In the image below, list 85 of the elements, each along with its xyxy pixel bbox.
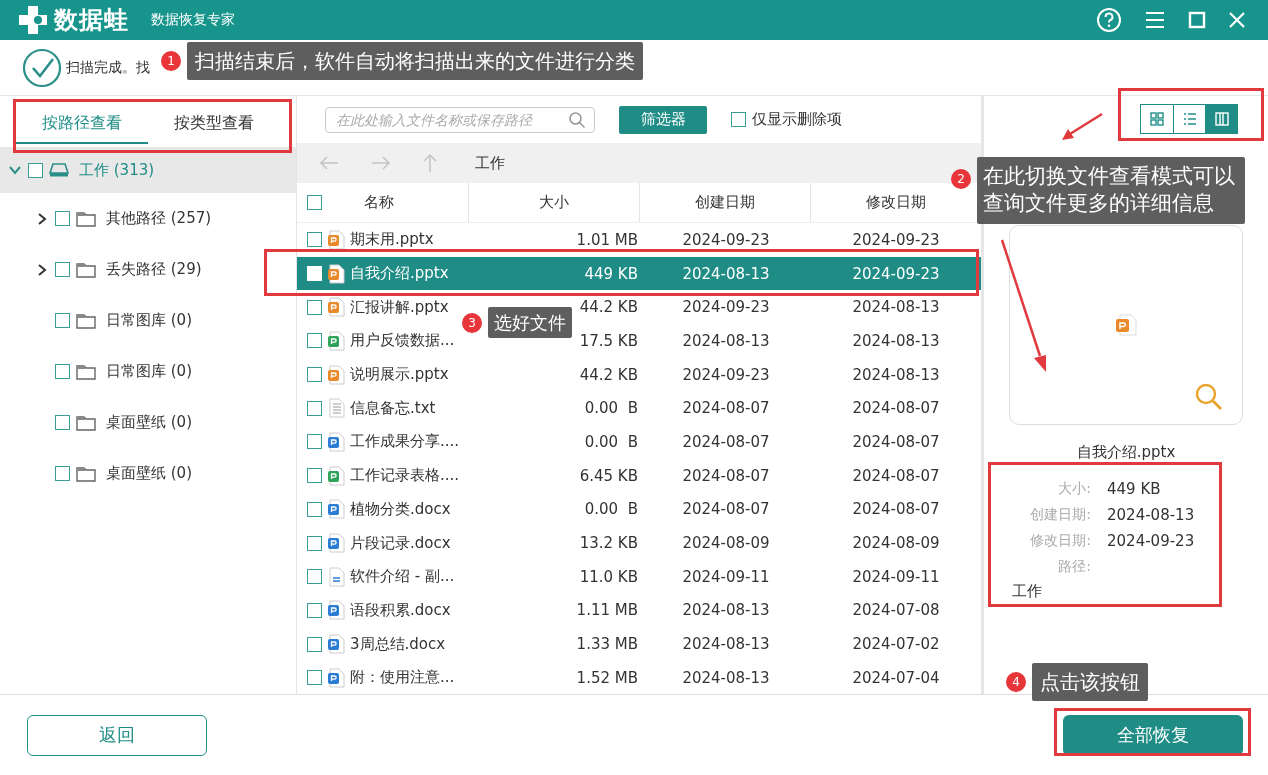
modified-date: 2024-07-04 — [851, 668, 941, 687]
deleted-only-label: 仅显示删除项 — [752, 110, 842, 129]
tree-label: 日常图库 (0) — [106, 362, 192, 381]
created-date: 2024-09-11 — [681, 567, 771, 586]
callout-tooltip: 扫描结束后，软件自动将扫描出来的文件进行分类 — [187, 42, 643, 80]
modified-date: 2024-08-13 — [851, 365, 941, 384]
file-name: 信息备忘.txt — [350, 398, 436, 418]
created-date: 2024-08-13 — [681, 635, 771, 654]
callout-tooltip: 在此切换文件查看模式可以查询文件更多的详细信息 — [977, 157, 1245, 224]
modified-date: 2024-09-11 — [851, 567, 941, 586]
file-name: 说明展示.pptx — [350, 365, 449, 385]
modified-date: 2024-08-07 — [851, 466, 941, 485]
created-date: 2024-09-23 — [681, 230, 771, 249]
file-size: 44.2 KB — [578, 365, 639, 384]
step-badge: 4 — [1006, 672, 1026, 692]
tree-label: 工作 (313) — [79, 160, 155, 180]
modified-date: 2024-07-02 — [851, 635, 941, 654]
file-size: 0.00 B — [583, 399, 639, 418]
created-date: 2024-08-13 — [681, 668, 771, 687]
file-name: 用户反馈数据... — [350, 331, 455, 351]
file-size: 0.00 B — [583, 432, 639, 451]
modified-date: 2024-08-13 — [851, 298, 941, 317]
file-name: 片段记录.docx — [350, 533, 451, 553]
detail-value: 2024-09-23 — [1107, 532, 1195, 550]
created-date: 2024-09-23 — [681, 298, 771, 317]
file-name: 附：使用注意... — [350, 668, 455, 688]
scan-status-text: 扫描完成。找 — [66, 58, 150, 77]
current-path: 工作 — [475, 153, 505, 173]
modified-date: 2024-09-23 — [851, 264, 941, 283]
file-name: 软件介绍 - 副... — [350, 567, 455, 587]
preview-file-name: 自我介绍.pptx — [1076, 443, 1176, 462]
step-badge: 3 — [462, 312, 482, 333]
modified-date: 2024-09-23 — [851, 230, 941, 249]
detail-label: 路径: — [1057, 558, 1091, 576]
file-size: 1.52 MB — [575, 668, 639, 687]
created-date: 2024-08-07 — [681, 466, 771, 485]
created-date: 2024-08-07 — [681, 432, 771, 451]
modified-date: 2024-08-09 — [851, 534, 941, 553]
tree-label: 日常图库 (0) — [106, 311, 192, 330]
file-name: 工作记录表格.... — [350, 466, 460, 486]
modified-date: 2024-07-08 — [851, 601, 941, 620]
file-name: 语段积累.docx — [350, 600, 451, 620]
app-subtitle: 数据恢复专家 — [151, 11, 235, 29]
modified-date: 2024-08-07 — [851, 432, 941, 451]
file-name: 植物分类.docx — [350, 499, 451, 519]
detail-value: 2024-08-13 — [1107, 506, 1195, 524]
detail-label: 大小: — [1057, 480, 1091, 498]
file-size: 0.00 B — [583, 500, 639, 519]
created-date: 2024-09-23 — [681, 365, 771, 384]
callout-tooltip: 点击该按钮 — [1032, 663, 1148, 701]
created-date: 2024-08-09 — [681, 534, 771, 553]
created-date: 2024-08-07 — [681, 500, 771, 519]
created-date: 2024-08-13 — [681, 264, 771, 283]
file-size: 11.0 KB — [578, 567, 639, 586]
file-size: 17.5 KB — [578, 331, 639, 350]
tree-label: 桌面壁纸 (0) — [106, 413, 192, 432]
detail-label: 修改日期: — [1029, 532, 1091, 550]
file-name: 自我介绍.pptx — [350, 264, 449, 284]
app-brand: 数据蛙 — [54, 5, 129, 36]
tree-label: 桌面壁纸 (0) — [106, 464, 192, 483]
file-size: 13.2 KB — [578, 534, 639, 553]
detail-path: 工作 — [1012, 582, 1043, 601]
modified-date: 2024-08-07 — [851, 500, 941, 519]
file-size: 6.45 KB — [578, 466, 639, 485]
tree-label: 丢失路径 (29) — [106, 260, 202, 279]
file-size: 1.33 MB — [575, 635, 639, 654]
created-date: 2024-08-07 — [681, 399, 771, 418]
step-badge: 1 — [161, 51, 181, 71]
tree-label: 其他路径 (257) — [106, 209, 212, 228]
modified-date: 2024-08-13 — [851, 331, 941, 350]
file-name: 工作成果分享.... — [350, 432, 460, 452]
file-name: 汇报讲解.pptx — [350, 297, 449, 317]
created-date: 2024-08-13 — [681, 601, 771, 620]
detail-label: 创建日期: — [1029, 506, 1091, 524]
file-name: 期末用.pptx — [350, 230, 434, 250]
detail-value: 449 KB — [1107, 480, 1161, 498]
modified-date: 2024-08-07 — [851, 399, 941, 418]
file-size: 449 KB — [583, 264, 639, 283]
file-size: 44.2 KB — [578, 298, 639, 317]
file-name: 3周总结.docx — [350, 634, 446, 654]
created-date: 2024-08-13 — [681, 331, 771, 350]
step-badge: 2 — [951, 169, 971, 189]
callout-tooltip: 选好文件 — [488, 307, 572, 339]
file-size: 1.01 MB — [575, 230, 639, 249]
file-size: 1.11 MB — [575, 601, 639, 620]
